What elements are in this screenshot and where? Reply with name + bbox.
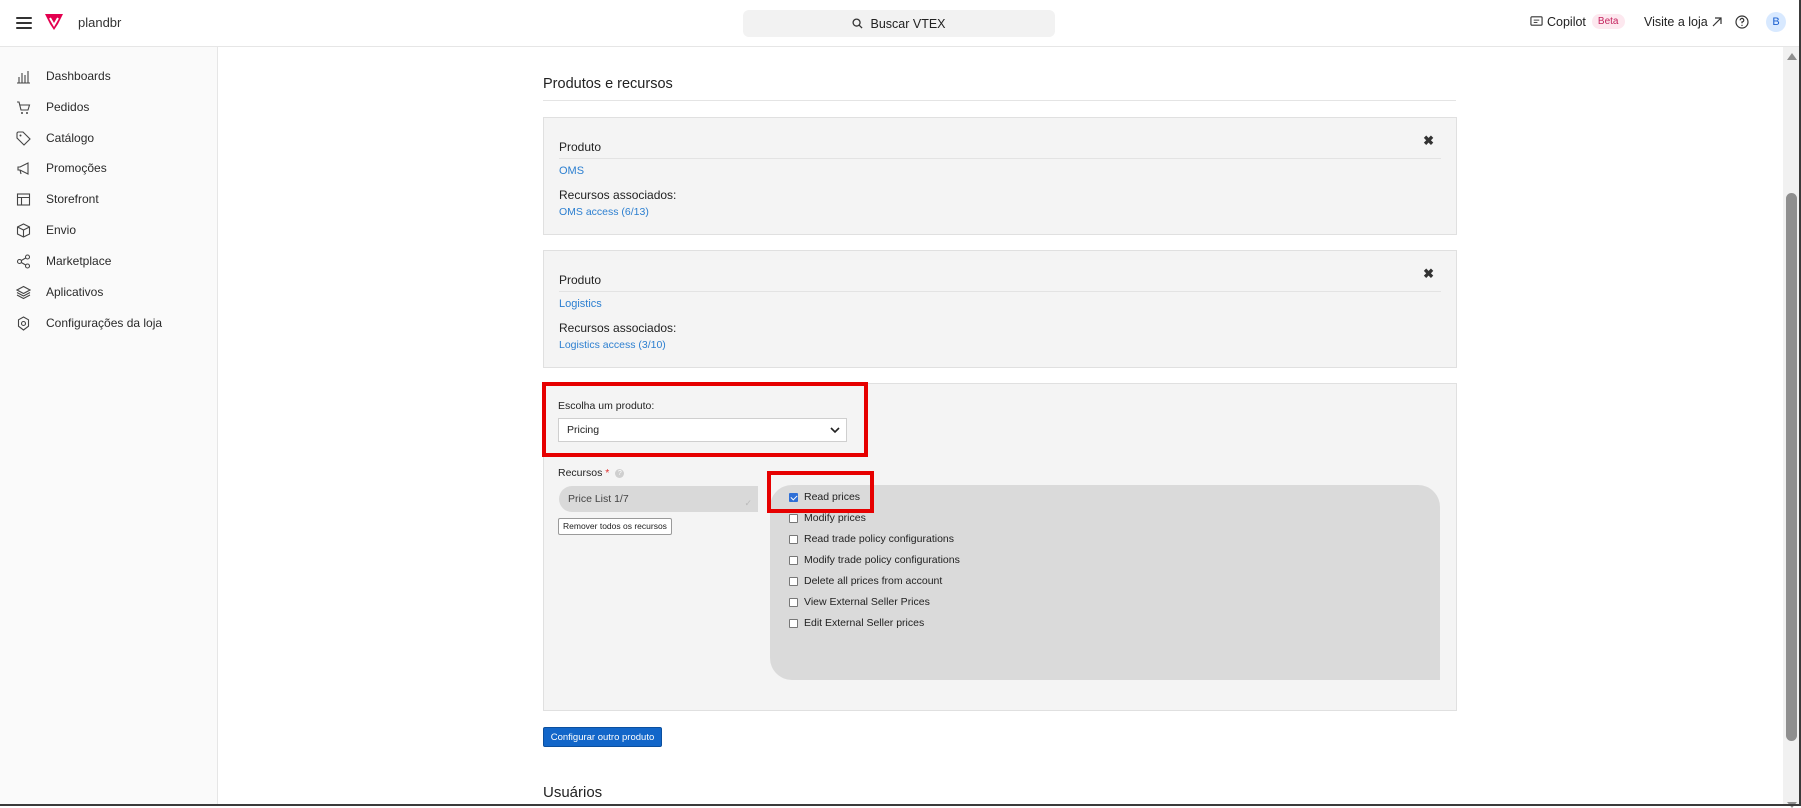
cart-icon xyxy=(17,100,31,114)
resources-link[interactable]: OMS access (6/13) xyxy=(559,206,649,218)
divider xyxy=(543,100,1456,101)
menu-icon[interactable] xyxy=(16,14,32,30)
remove-product-button[interactable]: ✖ xyxy=(1423,133,1434,149)
divider xyxy=(559,158,1441,159)
sidebar-item-label: Storefront xyxy=(46,192,99,206)
permission-delete-all-prices[interactable]: Delete all prices from account xyxy=(789,575,942,587)
remove-all-resources-button[interactable]: Remover todos os recursos xyxy=(558,518,672,535)
check-icon: ✓ xyxy=(744,498,752,508)
beta-badge: Beta xyxy=(1591,14,1625,29)
sidebar-item-label: Promoções xyxy=(46,161,107,175)
megaphone-icon xyxy=(17,161,29,175)
permission-label: Modify prices xyxy=(804,512,866,524)
product-name-link[interactable]: OMS xyxy=(559,165,584,177)
resources-link[interactable]: Logistics access (3/10) xyxy=(559,339,666,351)
permission-modify-prices[interactable]: Modify prices xyxy=(789,512,866,524)
permission-read-trade-policy[interactable]: Read trade policy configurations xyxy=(789,533,954,545)
product-card-logistics: Produto ✖ Logistics Recursos associados:… xyxy=(543,250,1457,368)
permission-label: Edit External Seller prices xyxy=(804,617,925,629)
sidebar-item-dashboards[interactable]: Dashboards xyxy=(0,64,217,88)
product-label: Produto xyxy=(559,273,602,287)
scroll-up-arrow-icon[interactable] xyxy=(1787,53,1797,60)
sidebar-item-envio[interactable]: Envio xyxy=(0,218,217,242)
resource-group-label: Price List 1/7 xyxy=(568,493,629,505)
product-name-link[interactable]: Logistics xyxy=(559,298,602,310)
share-icon xyxy=(16,253,31,269)
box-icon xyxy=(16,222,31,238)
permission-modify-trade-policy[interactable]: Modify trade policy configurations xyxy=(789,554,960,566)
search-icon xyxy=(852,18,864,29)
bar-chart-icon xyxy=(17,70,30,84)
chat-icon xyxy=(1530,16,1543,26)
sidebar-item-pedidos[interactable]: Pedidos xyxy=(0,95,217,119)
layout-icon xyxy=(16,192,31,206)
checkbox[interactable] xyxy=(789,597,798,607)
configure-other-product-button[interactable]: Configurar outro produto xyxy=(543,727,662,747)
required-mark: * xyxy=(605,467,610,479)
permission-label: Read trade policy configurations xyxy=(804,533,955,545)
checkbox[interactable] xyxy=(789,576,798,586)
copilot-button[interactable]: Copilot Beta xyxy=(1530,14,1625,29)
checkbox[interactable] xyxy=(789,618,798,628)
sidebar-item-label: Catálogo xyxy=(46,131,95,145)
external-link-icon xyxy=(1712,17,1722,27)
sidebar-item-label: Pedidos xyxy=(46,100,90,114)
divider xyxy=(559,291,1441,292)
resources-field-label: Recursos * ? xyxy=(558,467,625,479)
permission-view-external-seller[interactable]: View External Seller Prices xyxy=(789,596,930,608)
top-bar: plandbr Buscar VTEX Copilot Beta Visite … xyxy=(0,0,1801,47)
sidebar-item-marketplace[interactable]: Marketplace xyxy=(0,249,217,273)
permission-label: Modify trade policy configurations xyxy=(804,554,960,566)
section-title: Produtos e recursos xyxy=(543,76,673,92)
product-label: Produto xyxy=(559,140,602,154)
resources-field-text: Recursos xyxy=(558,467,603,479)
checkbox[interactable] xyxy=(789,555,798,565)
sidebar-item-aplicativos[interactable]: Aplicativos xyxy=(0,280,217,304)
resource-group-tab[interactable]: Price List 1/7 ✓ xyxy=(559,486,758,512)
avatar[interactable]: B xyxy=(1766,12,1786,32)
sidebar-item-label: Marketplace xyxy=(46,254,112,268)
visit-store-label: Visite a loja xyxy=(1644,15,1708,29)
checkbox[interactable] xyxy=(789,534,798,544)
sidebar-item-label: Dashboards xyxy=(46,69,111,83)
gear-icon xyxy=(17,315,30,331)
sidebar-item-configuracoes[interactable]: Configurações da loja xyxy=(0,311,217,335)
layers-icon xyxy=(16,285,31,299)
scrollbar-thumb[interactable] xyxy=(1786,193,1797,741)
users-section-title: Usuários xyxy=(543,784,603,801)
copilot-label: Copilot xyxy=(1547,14,1586,29)
resources-label: Recursos associados: xyxy=(559,321,677,335)
info-icon[interactable]: ? xyxy=(615,468,625,478)
permission-label: Delete all prices from account xyxy=(804,575,943,587)
resources-label: Recursos associados: xyxy=(559,188,677,202)
search-label: Buscar VTEX xyxy=(870,16,946,31)
sidebar: Dashboards Pedidos Catálogo Promoções St… xyxy=(0,47,218,806)
remove-product-button[interactable]: ✖ xyxy=(1423,266,1434,282)
help-icon[interactable] xyxy=(1735,15,1749,29)
sidebar-item-storefront[interactable]: Storefront xyxy=(0,187,217,211)
sidebar-item-label: Envio xyxy=(46,223,77,237)
visit-store-link[interactable]: Visite a loja xyxy=(1644,15,1722,29)
sidebar-item-label: Configurações da loja xyxy=(46,316,163,330)
highlight-box-read-prices xyxy=(767,471,874,513)
permission-edit-external-seller[interactable]: Edit External Seller prices xyxy=(789,617,924,629)
sidebar-item-catalogo[interactable]: Catálogo xyxy=(0,126,217,150)
highlight-box-select xyxy=(542,382,868,457)
tag-icon xyxy=(16,130,31,146)
account-name[interactable]: plandbr xyxy=(78,15,121,30)
search-bar[interactable]: Buscar VTEX xyxy=(743,10,1055,37)
sidebar-item-promocoes[interactable]: Promoções xyxy=(0,156,217,180)
permission-label: View External Seller Prices xyxy=(804,596,930,608)
sidebar-item-label: Aplicativos xyxy=(46,285,104,299)
checkbox[interactable] xyxy=(789,513,798,523)
product-card-oms: Produto ✖ OMS Recursos associados: OMS a… xyxy=(543,117,1457,235)
vtex-logo-icon[interactable] xyxy=(44,13,64,31)
